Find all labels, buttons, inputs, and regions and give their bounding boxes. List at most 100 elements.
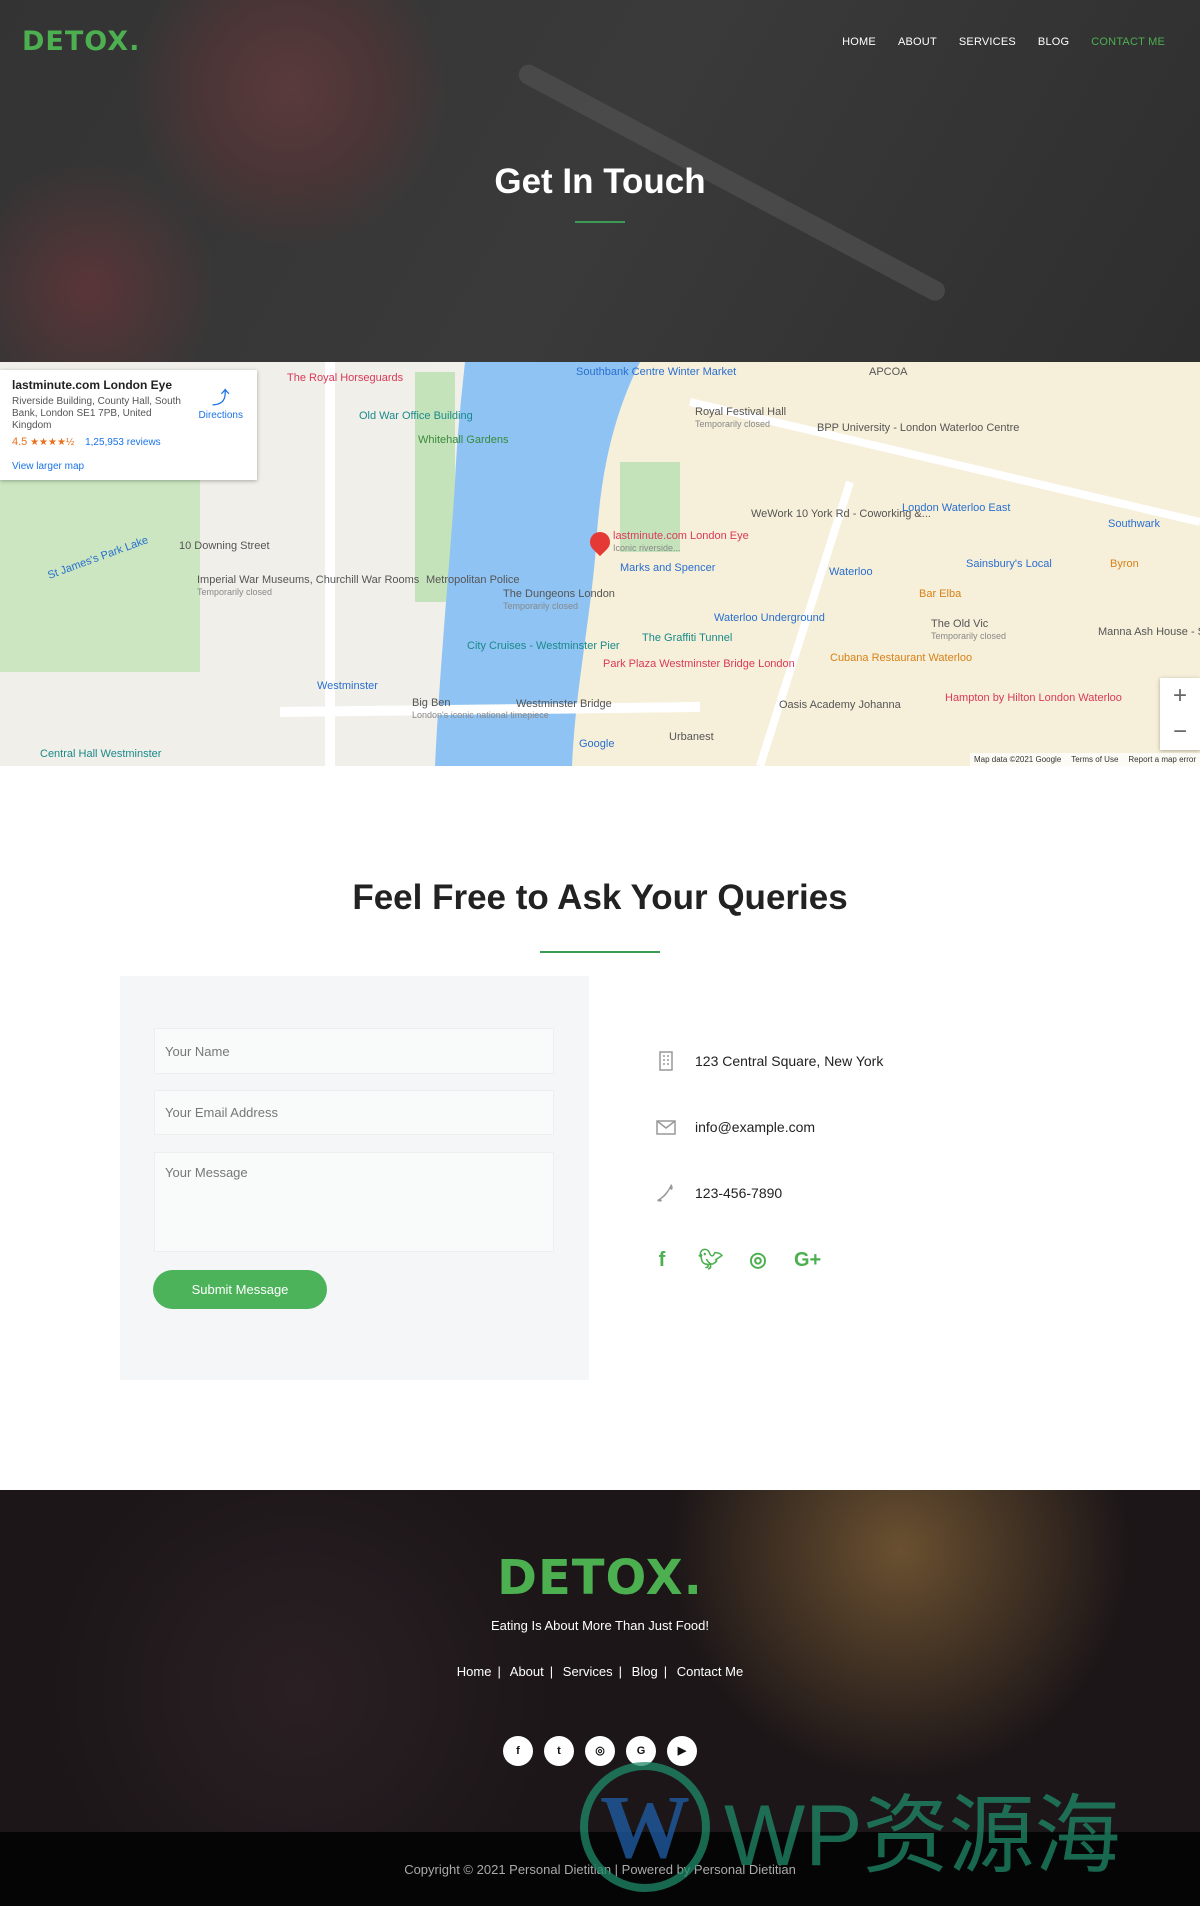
map-zoom-control: + − bbox=[1160, 678, 1200, 750]
map-label[interactable]: Urbanest bbox=[669, 731, 714, 743]
footer-link-home[interactable]: Home bbox=[457, 1664, 492, 1679]
map-label[interactable]: Central Hall Westminster bbox=[40, 748, 161, 760]
map-label[interactable]: Westminster Bridge bbox=[516, 698, 612, 710]
map-label[interactable]: City Cruises - Westminster Pier bbox=[467, 640, 620, 652]
contact-heading: Feel Free to Ask Your Queries bbox=[352, 878, 848, 917]
map-label-text: Royal Festival Hall bbox=[695, 406, 787, 418]
footer-link-contact[interactable]: Contact Me bbox=[677, 1664, 743, 1679]
map-label[interactable]: Westminster bbox=[317, 680, 378, 692]
map-label[interactable]: BPP University - London Waterloo Centre bbox=[817, 422, 1019, 434]
map-label[interactable]: Marks and Spencer bbox=[620, 562, 715, 574]
map-label[interactable]: The Dungeons London Temporarily closed bbox=[503, 588, 615, 612]
map-label[interactable]: Old War Office Building bbox=[359, 410, 473, 422]
map-label[interactable]: The Royal Horseguards bbox=[287, 372, 403, 384]
contact-form: Your Name Your Email Address Your Messag… bbox=[120, 976, 589, 1380]
map-label-text: The Graffiti Tunnel bbox=[642, 632, 733, 644]
heading-underline bbox=[540, 951, 660, 953]
footer-logo[interactable]: DETOX. bbox=[0, 1550, 1200, 1606]
submit-message-button[interactable]: Submit Message bbox=[153, 1270, 327, 1309]
map-label[interactable]: Waterloo bbox=[829, 566, 873, 578]
google-plus-icon[interactable]: G+ bbox=[794, 1248, 821, 1272]
view-larger-map-link[interactable]: View larger map bbox=[12, 461, 84, 472]
map-label[interactable]: Park Plaza Westminster Bridge London bbox=[603, 658, 795, 670]
place-info-card: lastminute.com London Eye Riverside Buil… bbox=[0, 370, 257, 480]
reviews-link[interactable]: 1,25,953 reviews bbox=[85, 437, 161, 448]
map-label[interactable]: Sainsbury's Local bbox=[966, 558, 1052, 570]
map-label[interactable]: Byron bbox=[1110, 558, 1139, 570]
map-label[interactable]: Southbank Centre Winter Market bbox=[576, 366, 736, 378]
facebook-icon[interactable]: f bbox=[503, 1736, 533, 1766]
map-label[interactable]: lastminute.com London Eye Iconic riversid… bbox=[613, 530, 749, 554]
directions-label: Directions bbox=[198, 410, 243, 421]
map-label[interactable]: Southwark bbox=[1108, 518, 1160, 530]
map-label[interactable]: Whitehall Gardens bbox=[418, 434, 509, 446]
site-logo[interactable]: DETOX. bbox=[22, 26, 140, 57]
map-label[interactable]: London Waterloo East bbox=[902, 502, 1010, 514]
zoom-in-button[interactable]: + bbox=[1160, 678, 1200, 714]
map-label[interactable]: Bar Elba bbox=[919, 588, 961, 600]
nav-services[interactable]: SERVICES bbox=[959, 36, 1016, 48]
map-label[interactable]: Waterloo Underground bbox=[714, 612, 825, 624]
phone-text[interactable]: 123-456-7890 bbox=[695, 1185, 782, 1201]
twitter-icon[interactable]: t bbox=[544, 1736, 574, 1766]
map-label-text: The Dungeons London bbox=[503, 588, 615, 600]
map-label-text: Bar Elba bbox=[919, 588, 962, 600]
instagram-icon[interactable]: ◎ bbox=[585, 1736, 615, 1766]
map-label-text: lastminute.com London Eye bbox=[613, 530, 749, 542]
map-label[interactable]: APCOA bbox=[869, 366, 908, 378]
zoom-out-button[interactable]: − bbox=[1160, 714, 1200, 750]
contact-email: info@example.com bbox=[655, 1116, 815, 1138]
google-icon[interactable]: G bbox=[626, 1736, 656, 1766]
instagram-icon[interactable]: ◎ bbox=[746, 1248, 770, 1272]
map-label-text: City Cruises - Westminster Pier bbox=[467, 640, 620, 652]
email-text[interactable]: info@example.com bbox=[695, 1119, 815, 1135]
map-label-text: Imperial War Museums, Churchill War Room… bbox=[197, 574, 420, 586]
google-map[interactable]: The Royal Horseguards Old War Office Buil… bbox=[0, 362, 1200, 766]
footer-link-blog[interactable]: Blog bbox=[632, 1664, 658, 1679]
map-label-text: Waterloo bbox=[829, 566, 873, 578]
contact-phone: 123-456-7890 bbox=[655, 1182, 782, 1204]
map-label[interactable]: Manna Ash House - Sanctuary Students bbox=[1098, 626, 1200, 638]
name-input[interactable]: Your Name bbox=[154, 1028, 554, 1074]
nav-about[interactable]: ABOUT bbox=[898, 36, 937, 48]
map-label-text: Byron bbox=[1110, 558, 1139, 570]
contact-social-links: f 🐦︎ ◎ G+ bbox=[650, 1248, 822, 1272]
email-input[interactable]: Your Email Address bbox=[154, 1090, 554, 1135]
map-label[interactable]: Metropolitan Police bbox=[426, 574, 520, 586]
map-label-text: Google bbox=[579, 738, 615, 750]
terms-of-use-link[interactable]: Terms of Use bbox=[1071, 755, 1118, 764]
directions-button[interactable]: ⤴ Directions bbox=[199, 384, 243, 421]
map-label-subtext: London's iconic national timepiece bbox=[412, 710, 549, 720]
map-label-text: The Old Vic bbox=[931, 618, 989, 630]
footer-link-services[interactable]: Services bbox=[563, 1664, 613, 1679]
map-label[interactable]: The Graffiti Tunnel bbox=[642, 632, 732, 644]
nav-contact-me[interactable]: CONTACT ME bbox=[1091, 36, 1165, 48]
map-label-text: Cubana Restaurant Waterloo bbox=[830, 652, 973, 664]
map-label[interactable]: The Old Vic Temporarily closed bbox=[931, 618, 1006, 642]
youtube-icon[interactable]: ▶ bbox=[667, 1736, 697, 1766]
map-label-subtext: Temporarily closed bbox=[503, 601, 579, 611]
page-title: Get In Touch bbox=[494, 162, 706, 201]
nav-home[interactable]: HOME bbox=[842, 36, 876, 48]
footer-link-about[interactable]: About bbox=[510, 1664, 544, 1679]
map-label-text: APCOA bbox=[869, 366, 908, 378]
hero-banner: DETOX. HOME ABOUT SERVICES BLOG CONTACT … bbox=[0, 0, 1200, 362]
twitter-icon[interactable]: 🐦︎ bbox=[698, 1248, 723, 1272]
map-label[interactable]: Google bbox=[579, 738, 614, 750]
map-label-text: BPP University - London Waterloo Centre bbox=[817, 422, 1020, 434]
map-label-text: 10 Downing Street bbox=[179, 540, 270, 552]
map-label[interactable]: 10 Downing Street bbox=[179, 540, 270, 552]
map-label[interactable]: Hampton by Hilton London Waterloo bbox=[945, 692, 1122, 704]
message-textarea[interactable]: Your Message bbox=[154, 1152, 554, 1252]
facebook-icon[interactable]: f bbox=[650, 1248, 674, 1272]
map-label-text: Manna Ash House - Sanctuary Students bbox=[1098, 626, 1200, 638]
map-label-subtext: Temporarily closed bbox=[931, 631, 1007, 641]
map-label-subtext: Temporarily closed bbox=[695, 419, 771, 429]
map-label[interactable]: Cubana Restaurant Waterloo bbox=[830, 652, 972, 664]
report-map-error-link[interactable]: Report a map error bbox=[1128, 755, 1196, 764]
map-label[interactable]: Royal Festival Hall Temporarily closed bbox=[695, 406, 786, 430]
map-label-text: Marks and Spencer bbox=[620, 562, 716, 574]
nav-blog[interactable]: BLOG bbox=[1038, 36, 1069, 48]
map-label[interactable]: Oasis Academy Johanna bbox=[779, 699, 901, 711]
map-label[interactable]: Imperial War Museums, Churchill War Room… bbox=[197, 574, 419, 598]
